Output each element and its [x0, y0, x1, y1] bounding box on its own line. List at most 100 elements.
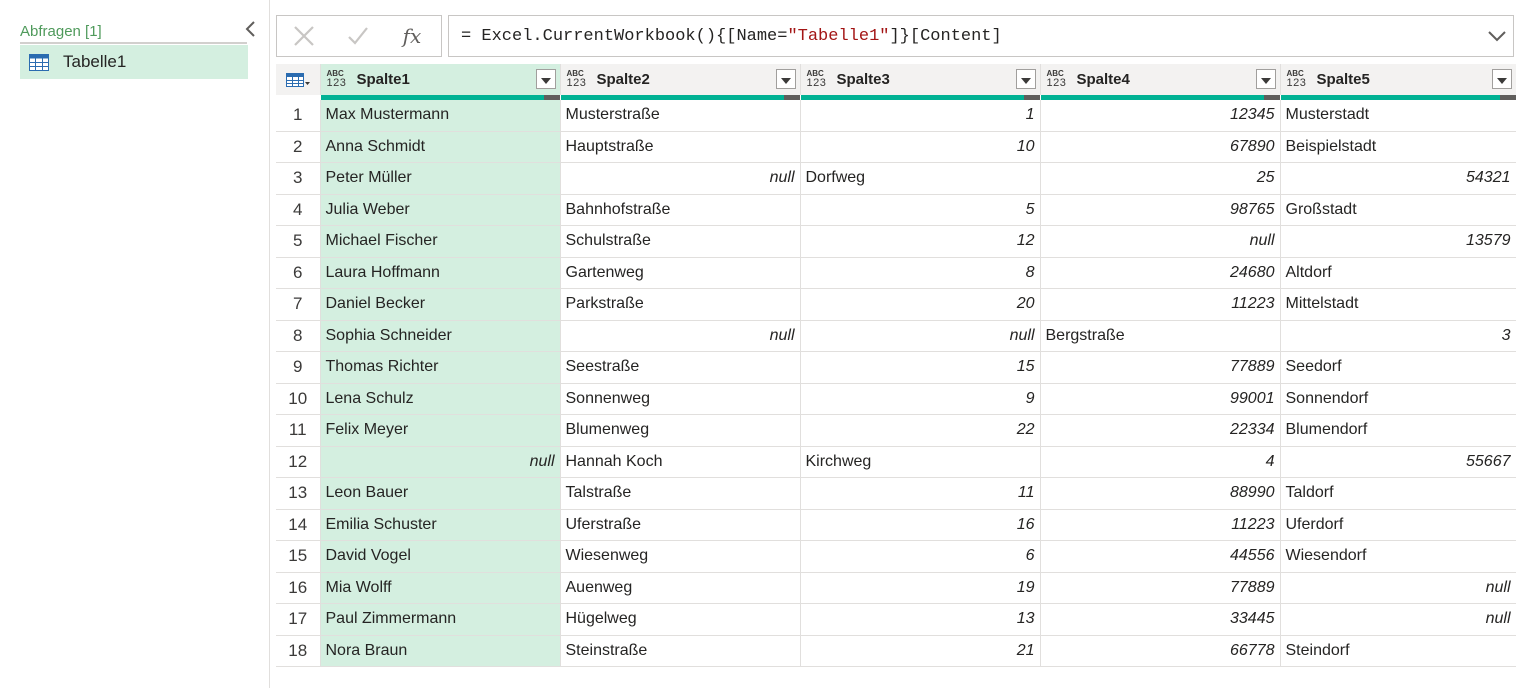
- table-cell[interactable]: Kirchweg: [800, 446, 1041, 478]
- table-cell[interactable]: Mittelstadt: [1280, 288, 1516, 321]
- query-item-tabelle1[interactable]: Tabelle1: [20, 45, 248, 79]
- table-cell[interactable]: Musterstadt: [1280, 100, 1516, 132]
- table-cell[interactable]: 19: [800, 572, 1041, 604]
- column-filter-button[interactable]: [1255, 69, 1276, 89]
- column-header-spalte3[interactable]: ABC 123 Spalte3: [800, 64, 1041, 100]
- row-number[interactable]: 12: [276, 446, 321, 478]
- row-number[interactable]: 9: [276, 351, 321, 384]
- table-cell[interactable]: Seedorf: [1280, 351, 1516, 384]
- table-cell[interactable]: 8: [800, 257, 1041, 289]
- table-cell[interactable]: Lena Schulz: [320, 383, 561, 415]
- row-number[interactable]: 2: [276, 131, 321, 163]
- table-cell[interactable]: 11223: [1040, 288, 1281, 321]
- table-cell[interactable]: Blumenweg: [560, 414, 801, 447]
- table-cell[interactable]: 25: [1040, 162, 1281, 195]
- table-cell[interactable]: 11: [800, 477, 1041, 510]
- table-cell[interactable]: 99001: [1040, 383, 1281, 415]
- table-cell[interactable]: Steinstraße: [560, 635, 801, 667]
- table-cell[interactable]: 77889: [1040, 351, 1281, 384]
- formula-input[interactable]: = Excel.CurrentWorkbook(){[Name="Tabelle…: [448, 15, 1514, 57]
- table-cell[interactable]: Uferdorf: [1280, 509, 1516, 541]
- table-cell[interactable]: Großstadt: [1280, 194, 1516, 226]
- table-cell[interactable]: Bergstraße: [1040, 320, 1281, 352]
- row-number[interactable]: 16: [276, 572, 321, 604]
- table-cell[interactable]: Schulstraße: [560, 225, 801, 258]
- table-cell[interactable]: 4: [1040, 446, 1281, 478]
- row-number[interactable]: 7: [276, 288, 321, 321]
- table-cell[interactable]: 77889: [1040, 572, 1281, 604]
- row-number[interactable]: 11: [276, 414, 321, 447]
- table-cell[interactable]: 88990: [1040, 477, 1281, 510]
- row-number[interactable]: 4: [276, 194, 321, 226]
- table-cell[interactable]: null: [1280, 603, 1516, 636]
- collapse-pane-button[interactable]: [244, 19, 258, 39]
- insert-function-button[interactable]: fx: [385, 16, 439, 56]
- column-header-spalte4[interactable]: ABC 123 Spalte4: [1040, 64, 1281, 100]
- row-number[interactable]: 13: [276, 477, 321, 510]
- table-cell[interactable]: Michael Fischer: [320, 225, 561, 258]
- table-cell[interactable]: 44556: [1040, 540, 1281, 573]
- table-cell[interactable]: 16: [800, 509, 1041, 541]
- row-number[interactable]: 8: [276, 320, 321, 352]
- table-cell[interactable]: 13: [800, 603, 1041, 636]
- table-cell[interactable]: Gartenweg: [560, 257, 801, 289]
- table-cell[interactable]: Nora Braun: [320, 635, 561, 667]
- row-number[interactable]: 1: [276, 100, 321, 132]
- table-cell[interactable]: 24680: [1040, 257, 1281, 289]
- table-cell[interactable]: 98765: [1040, 194, 1281, 226]
- table-cell[interactable]: 21: [800, 635, 1041, 667]
- table-cell[interactable]: Wiesendorf: [1280, 540, 1516, 573]
- table-cell[interactable]: 66778: [1040, 635, 1281, 667]
- table-cell[interactable]: Laura Hoffmann: [320, 257, 561, 289]
- table-cell[interactable]: Seestraße: [560, 351, 801, 384]
- column-filter-button[interactable]: [1491, 69, 1512, 89]
- row-number[interactable]: 6: [276, 257, 321, 289]
- row-number[interactable]: 14: [276, 509, 321, 541]
- table-cell[interactable]: 1: [800, 100, 1041, 132]
- table-cell[interactable]: Beispielstadt: [1280, 131, 1516, 163]
- table-cell[interactable]: Parkstraße: [560, 288, 801, 321]
- table-cell[interactable]: Max Mustermann: [320, 100, 561, 132]
- table-cell[interactable]: 12345: [1040, 100, 1281, 132]
- table-cell[interactable]: 54321: [1280, 162, 1516, 195]
- column-filter-button[interactable]: [775, 69, 796, 89]
- table-cell[interactable]: Hannah Koch: [560, 446, 801, 478]
- table-cell[interactable]: null: [1040, 225, 1281, 258]
- table-cell[interactable]: 3: [1280, 320, 1516, 352]
- table-cell[interactable]: Wiesenweg: [560, 540, 801, 573]
- table-cell[interactable]: 11223: [1040, 509, 1281, 541]
- table-cell[interactable]: null: [800, 320, 1041, 352]
- table-cell[interactable]: 15: [800, 351, 1041, 384]
- table-cell[interactable]: Musterstraße: [560, 100, 801, 132]
- table-cell[interactable]: Steindorf: [1280, 635, 1516, 667]
- table-cell[interactable]: Uferstraße: [560, 509, 801, 541]
- table-cell[interactable]: Hügelweg: [560, 603, 801, 636]
- expand-formula-button[interactable]: [1485, 24, 1509, 48]
- table-cell[interactable]: 12: [800, 225, 1041, 258]
- row-number[interactable]: 17: [276, 603, 321, 636]
- table-cell[interactable]: 6: [800, 540, 1041, 573]
- table-cell[interactable]: Hauptstraße: [560, 131, 801, 163]
- confirm-button[interactable]: [331, 16, 385, 56]
- table-cell[interactable]: Peter Müller: [320, 162, 561, 195]
- row-number[interactable]: 18: [276, 635, 321, 667]
- table-cell[interactable]: Thomas Richter: [320, 351, 561, 384]
- table-cell[interactable]: Daniel Becker: [320, 288, 561, 321]
- table-cell[interactable]: 5: [800, 194, 1041, 226]
- formula-text[interactable]: = Excel.CurrentWorkbook(){[Name="Tabelle…: [461, 27, 1002, 46]
- table-cell[interactable]: 55667: [1280, 446, 1516, 478]
- table-cell[interactable]: Blumendorf: [1280, 414, 1516, 447]
- table-cell[interactable]: Talstraße: [560, 477, 801, 510]
- table-menu-button[interactable]: [276, 64, 321, 95]
- table-cell[interactable]: 10: [800, 131, 1041, 163]
- table-cell[interactable]: null: [320, 446, 561, 478]
- table-cell[interactable]: 9: [800, 383, 1041, 415]
- table-cell[interactable]: Emilia Schuster: [320, 509, 561, 541]
- table-cell[interactable]: 20: [800, 288, 1041, 321]
- table-cell[interactable]: Felix Meyer: [320, 414, 561, 447]
- table-cell[interactable]: null: [1280, 572, 1516, 604]
- column-filter-button[interactable]: [1015, 69, 1036, 89]
- table-cell[interactable]: Altdorf: [1280, 257, 1516, 289]
- table-cell[interactable]: Dorfweg: [800, 162, 1041, 195]
- table-cell[interactable]: Sophia Schneider: [320, 320, 561, 352]
